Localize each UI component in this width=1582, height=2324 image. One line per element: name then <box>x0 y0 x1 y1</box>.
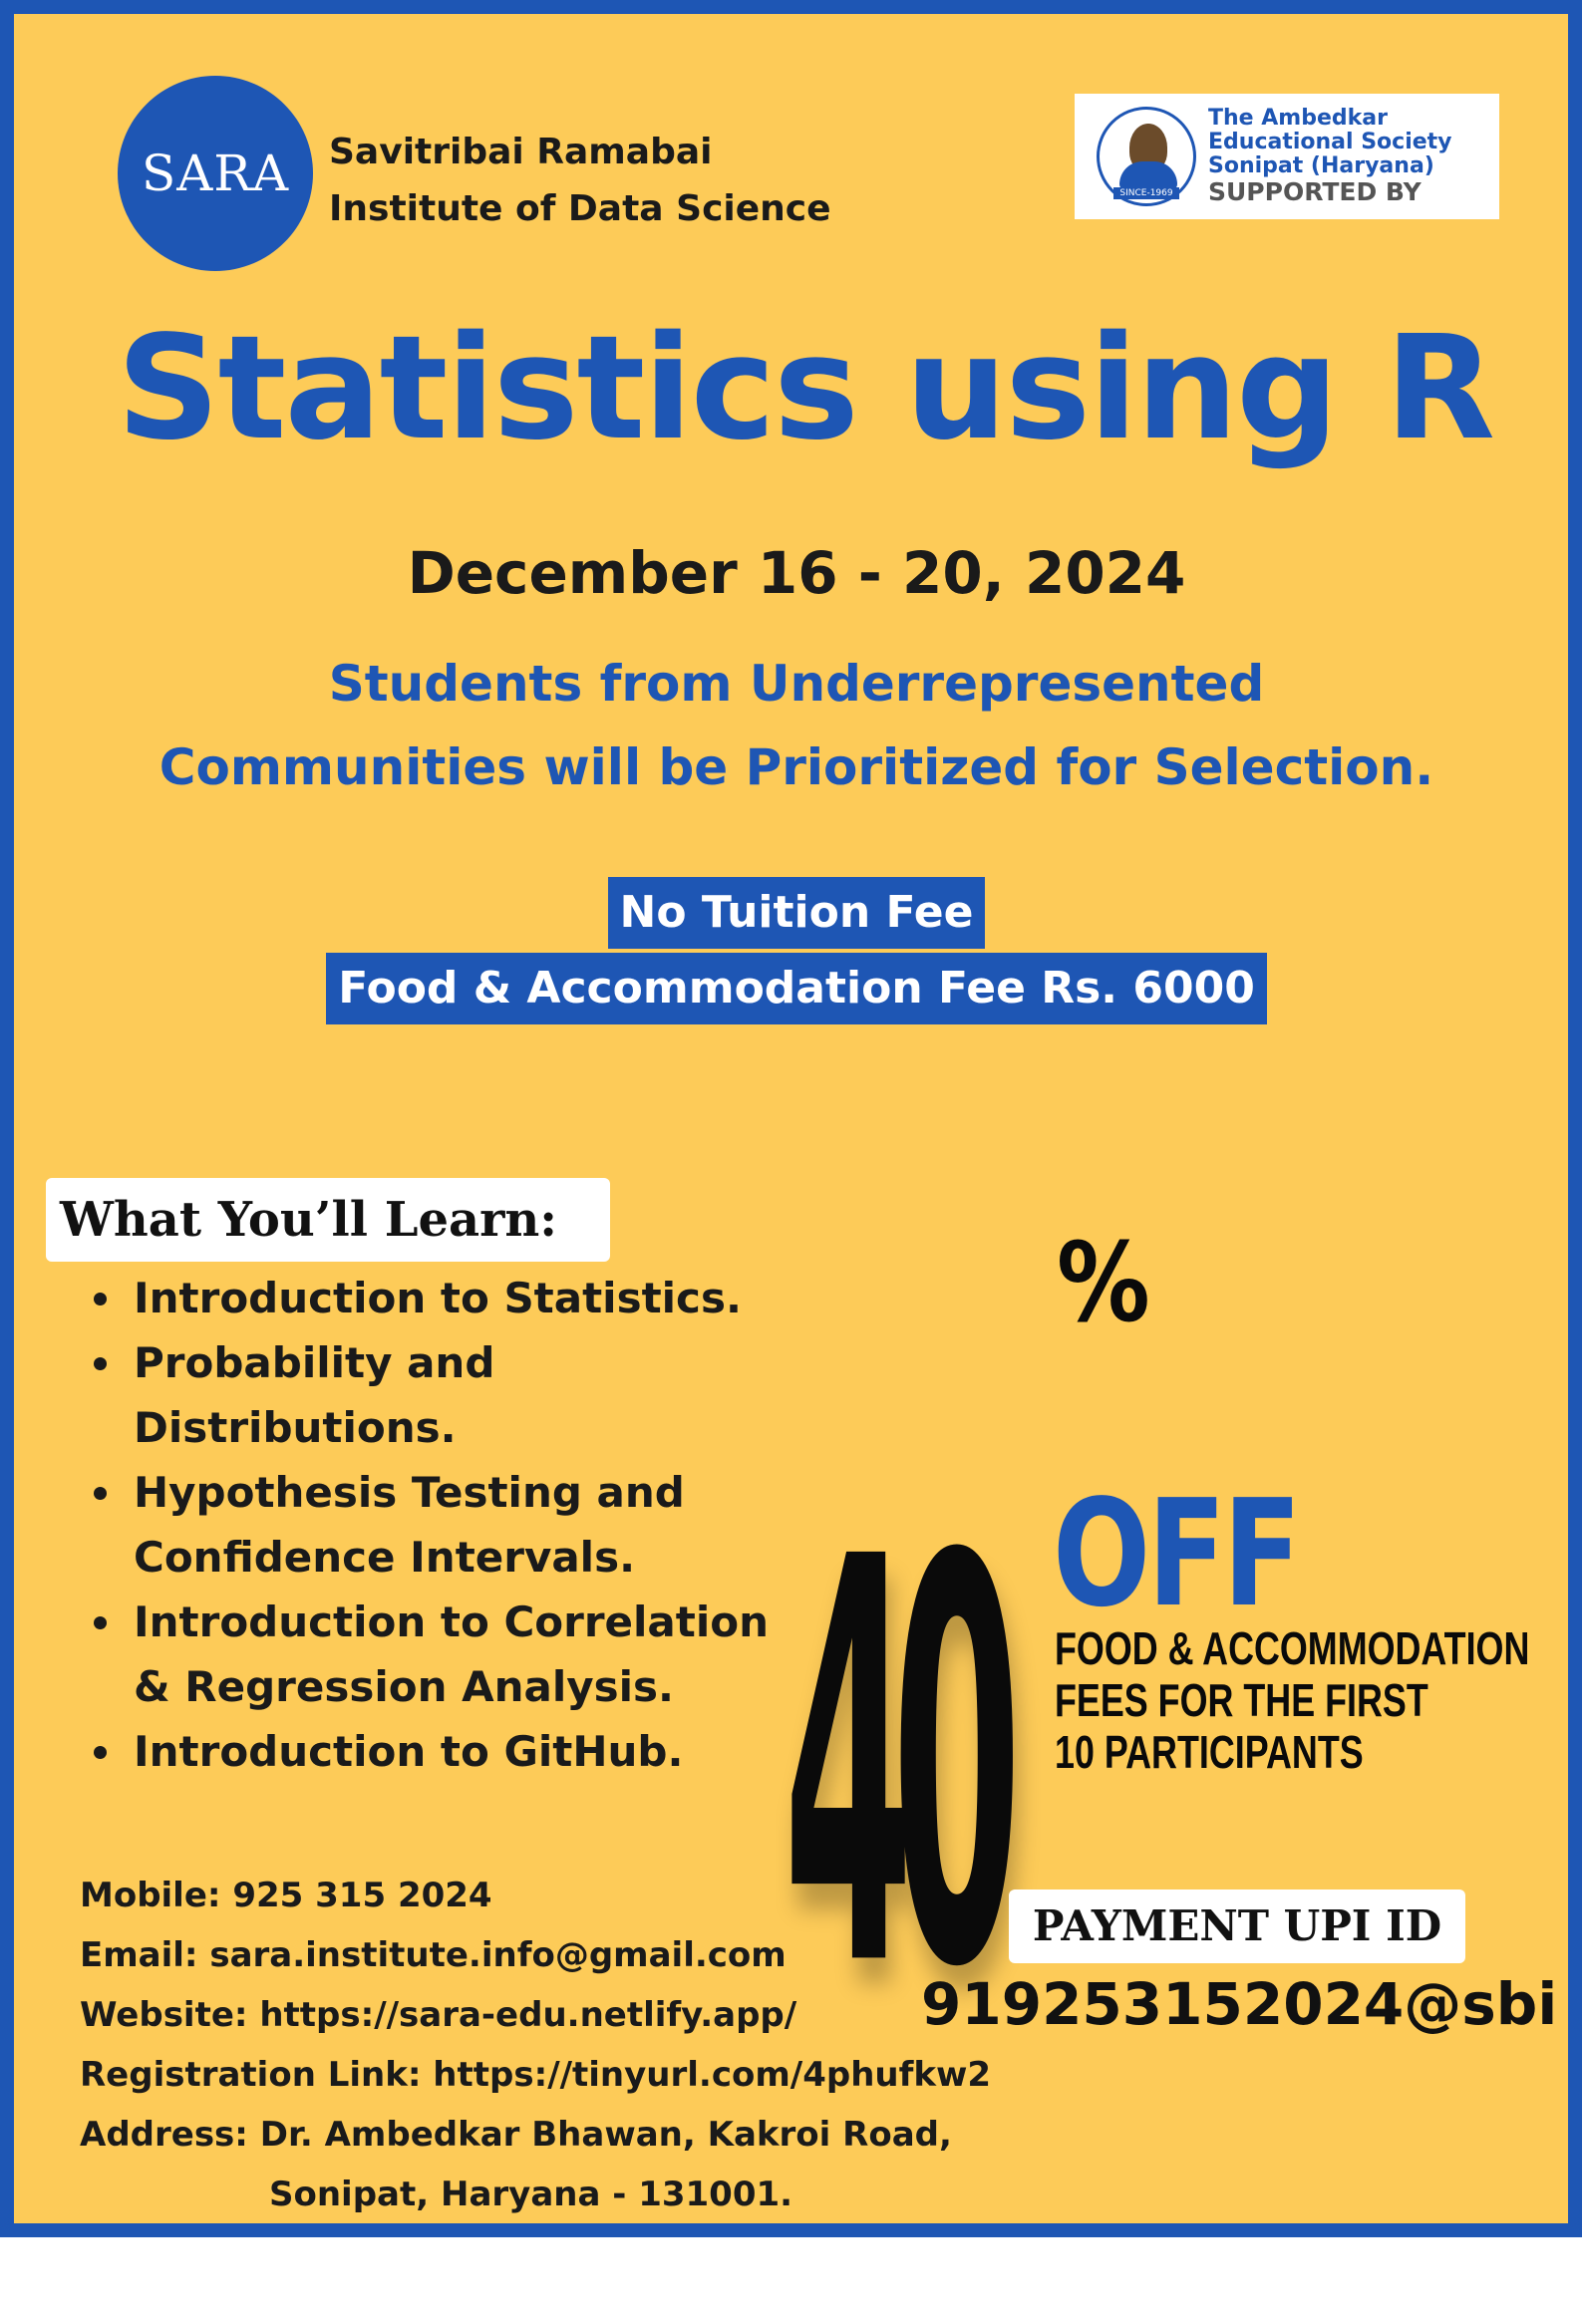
supported-by-label: SUPPORTED BY <box>1208 177 1422 206</box>
list-item: Introduction to Correlation & Regression … <box>84 1590 782 1719</box>
discount-percent: % <box>1057 1219 1150 1346</box>
contact-info: Mobile: 925 315 2024 Email: sara.institu… <box>80 1866 1077 2224</box>
discount-detail-line3: 10 PARTICIPANTS <box>1055 1726 1364 1778</box>
priority-note: Students from Underrepresented Communiti… <box>14 642 1579 809</box>
seal-since-text: SINCE-1969 <box>1113 187 1179 199</box>
supporter-text: The Ambedkar Educational Society Sonipat… <box>1208 107 1452 206</box>
mobile-number: Mobile: 925 315 2024 <box>80 1876 492 1915</box>
poster-title: Statistics using R <box>116 304 1495 471</box>
accommodation-fee-label: Food & Accommodation Fee Rs. 6000 <box>326 953 1267 1024</box>
logo-text: SARA <box>141 145 290 202</box>
bullet-icon <box>94 1746 107 1759</box>
sara-logo: SARA <box>118 76 313 271</box>
address-line2: Sonipat, Haryana - 131001. <box>269 2175 793 2214</box>
address-line1: Address: Dr. Ambedkar Bhawan, Kakroi Roa… <box>80 2115 952 2155</box>
supporter-logo: SINCE-1969 The Ambedkar Educational Soci… <box>1075 94 1499 219</box>
event-date: December 16 - 20, 2024 <box>407 539 1186 607</box>
bullet-icon <box>94 1616 107 1629</box>
society-name-line1: The Ambedkar <box>1208 106 1388 131</box>
bullet-icon <box>94 1357 107 1370</box>
list-item: Introduction to Statistics. <box>84 1266 782 1330</box>
society-name-line2: Educational Society <box>1208 130 1452 154</box>
society-name-line3: Sonipat (Haryana) <box>1208 153 1434 178</box>
discount-detail-line2: FEES FOR THE FIRST <box>1055 1674 1428 1726</box>
discount-detail: FOOD & ACCOMMODATION FEES FOR THE FIRST … <box>1055 1622 1530 1778</box>
institute-name-line2: Institute of Data Science <box>329 188 831 229</box>
tuition-fee-label: No Tuition Fee <box>607 877 986 949</box>
learn-list: Introduction to Statistics. Probability … <box>84 1266 782 1784</box>
priority-line2: Communities will be Prioritized for Sele… <box>158 738 1434 796</box>
list-item: Introduction to GitHub. <box>84 1719 782 1784</box>
payment-upi-label: PAYMENT UPI ID <box>1009 1889 1465 1963</box>
learn-heading: What You’ll Learn: <box>46 1178 610 1262</box>
bullet-icon <box>94 1487 107 1500</box>
fee-info: No Tuition Fee Food & Accommodation Fee … <box>14 877 1579 1024</box>
upi-id: 919253152024@sbi <box>921 1970 1558 2038</box>
bullet-icon <box>94 1293 107 1306</box>
registration-link[interactable]: Registration Link: https://tinyurl.com/4… <box>80 2045 1077 2105</box>
institute-name: Savitribai Ramabai Institute of Data Sci… <box>329 124 847 237</box>
poster: SARA Savitribai Ramabai Institute of Dat… <box>0 0 1582 2237</box>
discount-detail-line1: FOOD & ACCOMMODATION <box>1055 1622 1530 1674</box>
list-item: Hypothesis Testing and Confidence Interva… <box>84 1460 782 1590</box>
discount-off: OFF <box>1053 1468 1302 1639</box>
society-seal-icon: SINCE-1969 <box>1097 107 1196 206</box>
institute-name-line1: Savitribai Ramabai <box>329 132 713 172</box>
list-item: Probability and Distributions. <box>84 1330 782 1460</box>
priority-line1: Students from Underrepresented <box>328 655 1265 713</box>
